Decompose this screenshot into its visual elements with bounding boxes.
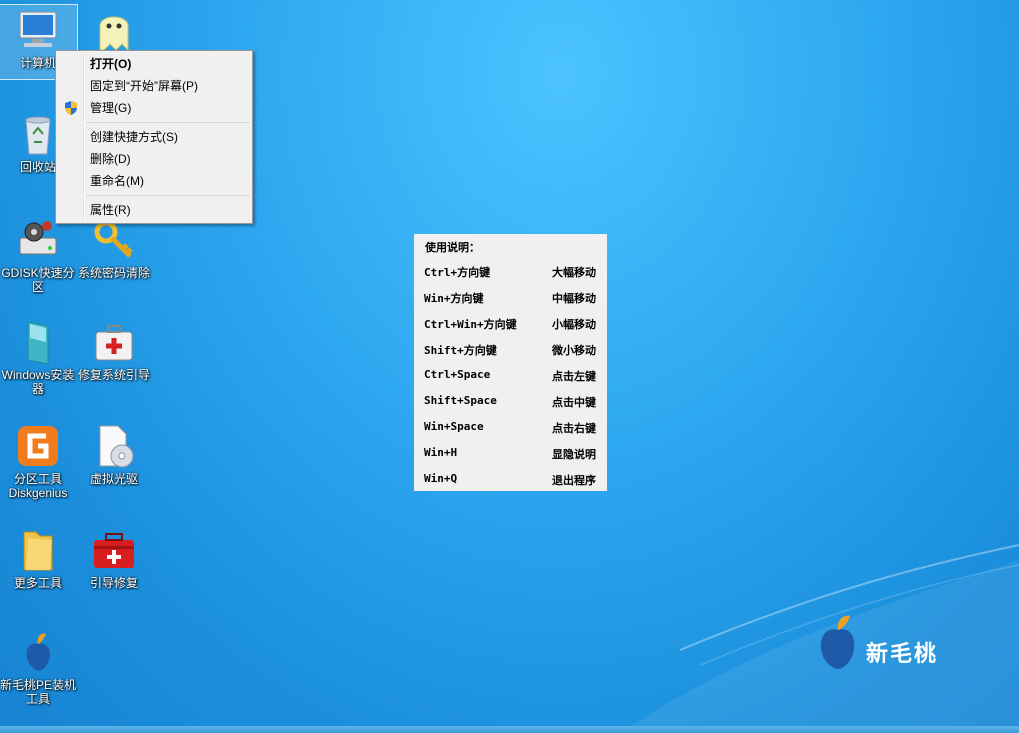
help-row: Ctrl+Win+方向键 小幅移动 <box>424 316 604 332</box>
help-row: Win+方向键 中幅移动 <box>424 290 604 306</box>
menu-item-label: 删除(D) <box>90 152 131 166</box>
shortcut-key: Win+H <box>424 446 458 459</box>
desktop-icon-more-tools[interactable]: 更多工具 <box>0 526 76 590</box>
context-menu: 打开(O) 固定到“开始”屏幕(P) 管理(G) 创建快捷方式(S) 删除(D)… <box>55 50 253 224</box>
help-row: Win+Q 退出程序 <box>424 472 604 488</box>
shortcut-key: Win+方向键 <box>424 292 484 305</box>
help-title: 使用说明： <box>425 241 480 254</box>
shortcut-key: Ctrl+Space <box>424 368 491 381</box>
help-row: Win+Space 点击右键 <box>424 420 604 436</box>
icon-label: 新毛桃PE装机工具 <box>0 678 77 706</box>
menu-item-label: 固定到“开始”屏幕(P) <box>90 79 198 93</box>
help-row: Ctrl+Space 点击左键 <box>424 368 604 384</box>
folder-icon <box>23 531 53 571</box>
icon-label: 虚拟光驱 <box>89 472 138 486</box>
icon-label: 回收站 <box>19 160 56 174</box>
menu-item-delete[interactable]: 删除(D) <box>58 148 250 170</box>
help-panel[interactable]: 使用说明： Ctrl+方向键 大幅移动 Win+方向键 中幅移动 Ctrl+Win+… <box>414 234 607 491</box>
icon-label: 修复系统引导 <box>77 368 150 382</box>
desktop-icon-pe-installer[interactable]: 新毛桃PE装机工具 <box>0 628 76 706</box>
desktop-icon-gdisk[interactable]: GDISK快速分区 <box>0 216 76 294</box>
shortcut-key: Ctrl+Win+方向键 <box>424 318 517 331</box>
menu-item-open[interactable]: 打开(O) <box>58 53 250 75</box>
shortcut-key: Shift+方向键 <box>424 344 497 357</box>
desktop-icon-password-reset[interactable]: 系统密码清除 <box>76 216 152 280</box>
menu-separator <box>86 195 250 196</box>
shortcut-desc: 点击中键 <box>552 396 596 409</box>
shortcut-desc: 小幅移动 <box>552 318 596 331</box>
desktop-icon-diskgenius[interactable]: 分区工具Diskgenius <box>0 422 76 500</box>
icon-label: Windows安装器 <box>1 368 75 396</box>
shortcut-desc: 显隐说明 <box>552 448 596 461</box>
virtual-cd-icon <box>99 425 134 468</box>
desktop-icon-windows-installer[interactable]: Windows安装器 <box>0 318 76 396</box>
shortcut-desc: 点击右键 <box>552 422 596 435</box>
menu-item-properties[interactable]: 属性(R) <box>58 199 250 221</box>
brand-name: 新毛桃 <box>866 641 939 666</box>
shortcut-desc: 大幅移动 <box>552 266 596 279</box>
shortcut-desc: 微小移动 <box>552 344 596 357</box>
shortcut-key: Shift+Space <box>424 394 497 407</box>
icon-label: GDISK快速分区 <box>1 266 75 294</box>
icon-label: 分区工具Diskgenius <box>8 472 68 500</box>
computer-icon <box>19 11 57 47</box>
desktop-icon-virtual-cd[interactable]: 虚拟光驱 <box>76 422 152 486</box>
menu-item-label: 创建快捷方式(S) <box>90 130 178 144</box>
peach-logo-icon <box>820 615 855 669</box>
icon-label: 系统密码清除 <box>77 266 150 280</box>
menu-item-rename[interactable]: 重命名(M) <box>58 170 250 192</box>
desktop-icon-boot-repair[interactable]: 引导修复 <box>76 526 152 590</box>
help-row: Shift+Space 点击中键 <box>424 394 604 410</box>
shortcut-key: Ctrl+方向键 <box>424 266 491 279</box>
menu-item-pin-to-start[interactable]: 固定到“开始”屏幕(P) <box>58 75 250 97</box>
menu-item-manage[interactable]: 管理(G) <box>58 97 250 119</box>
menu-separator <box>86 122 250 123</box>
shortcut-desc: 中幅移动 <box>552 292 596 305</box>
icon-label: 引导修复 <box>89 576 138 590</box>
shortcut-desc: 退出程序 <box>552 474 596 487</box>
red-toolbox-icon <box>94 533 134 568</box>
desktop-icon-ghost[interactable] <box>76 6 152 56</box>
first-aid-box-icon <box>95 325 133 361</box>
ghost-icon <box>99 16 129 52</box>
help-row: Shift+方向键 微小移动 <box>424 342 604 358</box>
shortcut-key: Win+Space <box>424 420 484 433</box>
shortcut-desc: 点击左键 <box>552 370 596 383</box>
diskgenius-icon <box>18 426 58 466</box>
shortcut-key: Win+Q <box>424 472 458 485</box>
menu-item-label: 打开(O) <box>90 57 132 71</box>
peach-logo-icon <box>26 633 50 671</box>
icon-label: 计算机 <box>19 56 56 70</box>
menu-item-label: 重命名(M) <box>90 174 144 188</box>
uac-shield-icon <box>65 101 77 115</box>
menu-item-create-shortcut[interactable]: 创建快捷方式(S) <box>58 126 250 148</box>
brand-logo: 新毛桃 <box>814 612 964 672</box>
menu-item-label: 属性(R) <box>90 203 131 217</box>
windows-installer-icon <box>27 321 49 365</box>
help-row: Ctrl+方向键 大幅移动 <box>424 264 604 280</box>
taskbar[interactable] <box>0 726 1019 733</box>
menu-item-label: 管理(G) <box>90 101 132 115</box>
icon-label: 更多工具 <box>13 576 62 590</box>
help-row: Win+H 显隐说明 <box>424 446 604 462</box>
desktop-icon-boot-repair-system[interactable]: 修复系统引导 <box>76 318 152 382</box>
